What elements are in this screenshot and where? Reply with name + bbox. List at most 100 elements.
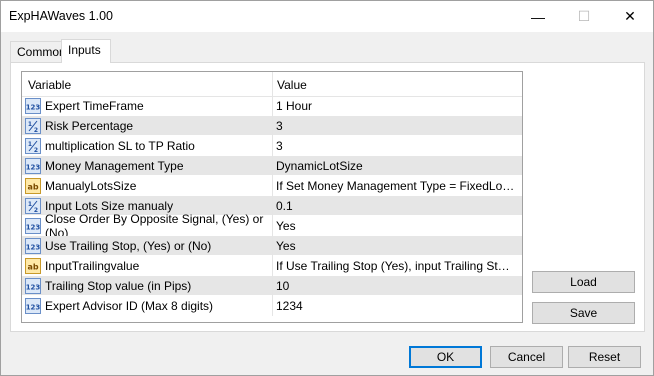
value-text: 0.1 <box>276 199 293 213</box>
variable-cell: 123 Money Management Type <box>22 156 272 176</box>
cell-divider <box>272 276 273 296</box>
variable-name: Use Trailing Stop, (Yes) or (No) <box>45 239 212 253</box>
ok-button[interactable]: OK <box>409 346 482 368</box>
table-row[interactable]: 1 2 Risk Percentage 3 <box>22 116 522 136</box>
variable-cell: 123 Expert Advisor ID (Max 8 digits) <box>22 296 272 316</box>
svg-text:123: 123 <box>26 284 41 292</box>
double-icon: 12 <box>25 138 41 154</box>
maximize-icon: ☐ <box>577 8 591 24</box>
cell-divider <box>272 96 273 116</box>
svg-text:ab: ab <box>27 183 38 192</box>
title-bar[interactable]: ExpHAWaves 1.00 — ☐ ✕ <box>1 1 653 32</box>
cancel-button[interactable]: Cancel <box>490 346 563 368</box>
value-text: 10 <box>276 279 290 293</box>
int-icon: 123 <box>25 218 41 234</box>
variable-cell: 123 Expert TimeFrame <box>22 96 272 116</box>
value-cell[interactable]: 1234 <box>274 296 520 316</box>
svg-text:ab: ab <box>27 263 38 272</box>
inputs-grid: Variable Value 123 Expert TimeFrame 1 Hour… <box>21 71 523 323</box>
reset-button[interactable]: Reset <box>568 346 641 368</box>
int-icon: 123 <box>25 298 41 314</box>
int-icon: 123 <box>25 158 41 174</box>
cell-divider <box>272 116 273 136</box>
value-text: DynamicLotSize <box>276 159 363 173</box>
minimize-icon: — <box>531 8 545 25</box>
cell-divider <box>272 156 273 176</box>
close-button[interactable]: ✕ <box>607 1 653 32</box>
table-row[interactable]: 1 2 multiplication SL to TP Ratio 3 <box>22 136 522 156</box>
value-cell[interactable]: 3 <box>274 136 520 156</box>
variable-cell: 123 Close Order By Opposite Signal, (Yes)… <box>22 212 272 240</box>
variable-name: Risk Percentage <box>45 119 134 133</box>
column-divider[interactable] <box>272 72 273 96</box>
close-icon: ✕ <box>624 8 636 24</box>
variable-cell: 123 Use Trailing Stop, (Yes) or (No) <box>22 236 272 256</box>
value-text: If Use Trailing Stop (Yes), input Traili… <box>276 259 516 273</box>
window-title: ExpHAWaves 1.00 <box>9 9 113 23</box>
table-row[interactable]: 123 Expert Advisor ID (Max 8 digits) 1234 <box>22 296 522 316</box>
cell-divider <box>272 236 273 256</box>
variable-name: Money Management Type <box>45 159 184 173</box>
variable-name: Expert TimeFrame <box>45 99 144 113</box>
variable-name: multiplication SL to TP Ratio <box>45 139 195 153</box>
value-text: 1234 <box>276 299 303 313</box>
value-cell[interactable]: 10 <box>274 276 520 296</box>
dialog-window: ExpHAWaves 1.00 — ☐ ✕ Common Inputs Vari… <box>0 0 654 376</box>
variable-name: InputTrailingvalue <box>45 259 140 273</box>
value-cell[interactable]: 3 <box>274 116 520 136</box>
cell-divider <box>272 296 273 316</box>
value-text: If Set Money Management Type = FixedLot,… <box>276 179 516 193</box>
int-icon: 123 <box>25 98 41 114</box>
cell-divider <box>272 216 273 236</box>
svg-text:123: 123 <box>26 164 41 172</box>
load-button[interactable]: Load <box>532 271 635 293</box>
table-row[interactable]: 123 Expert TimeFrame 1 Hour <box>22 96 522 116</box>
value-text: Yes <box>276 239 296 253</box>
table-row[interactable]: 123 Money Management Type DynamicLotSize <box>22 156 522 176</box>
svg-text:1: 1 <box>28 201 32 208</box>
table-row[interactable]: ab ManualyLotsSize If Set Money Management… <box>22 176 522 196</box>
tab-inputs[interactable]: Inputs <box>61 39 111 63</box>
save-button[interactable]: Save <box>532 302 635 324</box>
table-row[interactable]: 123 Close Order By Opposite Signal, (Yes)… <box>22 212 522 240</box>
double-icon: 12 <box>25 118 41 134</box>
value-cell[interactable]: Yes <box>274 216 520 236</box>
column-header-value[interactable]: Value <box>277 78 307 92</box>
column-header-variable[interactable]: Variable <box>28 78 71 92</box>
table-row[interactable]: 123 Use Trailing Stop, (Yes) or (No) Yes <box>22 236 522 256</box>
variable-name: ManualyLotsSize <box>45 179 137 193</box>
value-cell[interactable]: 0.1 <box>274 196 520 216</box>
variable-cell: 1 2 multiplication SL to TP Ratio <box>22 136 272 156</box>
variable-cell: ab ManualyLotsSize <box>22 176 272 196</box>
value-text: 3 <box>276 119 283 133</box>
value-cell[interactable]: If Set Money Management Type = FixedLot,… <box>274 176 520 196</box>
value-text: Yes <box>276 219 296 233</box>
grid-rows: 123 Expert TimeFrame 1 Hour 1 2 Risk Percenta… <box>22 96 522 316</box>
svg-text:1: 1 <box>28 141 32 148</box>
int-icon: 123 <box>25 278 41 294</box>
svg-text:2: 2 <box>34 207 38 214</box>
table-row[interactable]: 123 Trailing Stop value (in Pips) 10 <box>22 276 522 296</box>
cell-divider <box>272 256 273 276</box>
value-cell[interactable]: Yes <box>274 236 520 256</box>
variable-cell: 123 Trailing Stop value (in Pips) <box>22 276 272 296</box>
svg-text:123: 123 <box>26 104 41 112</box>
table-row[interactable]: ab InputTrailingvalue If Use Trailing Stop… <box>22 256 522 276</box>
maximize-button[interactable]: ☐ <box>561 1 607 32</box>
minimize-button[interactable]: — <box>515 1 561 32</box>
tab-common[interactable]: Common <box>10 41 66 62</box>
svg-text:1: 1 <box>28 121 32 128</box>
value-text: 3 <box>276 139 283 153</box>
string-icon: ab <box>25 258 41 274</box>
svg-text:123: 123 <box>26 304 41 312</box>
variable-cell: ab InputTrailingvalue <box>22 256 272 276</box>
value-cell[interactable]: If Use Trailing Stop (Yes), input Traili… <box>274 256 520 276</box>
cell-divider <box>272 196 273 216</box>
svg-text:123: 123 <box>26 224 41 232</box>
value-cell[interactable]: 1 Hour <box>274 96 520 116</box>
variable-name: Expert Advisor ID (Max 8 digits) <box>45 299 214 313</box>
svg-text:123: 123 <box>26 244 41 252</box>
grid-header: Variable Value <box>22 72 522 97</box>
value-cell[interactable]: DynamicLotSize <box>274 156 520 176</box>
value-text: 1 Hour <box>276 99 313 113</box>
